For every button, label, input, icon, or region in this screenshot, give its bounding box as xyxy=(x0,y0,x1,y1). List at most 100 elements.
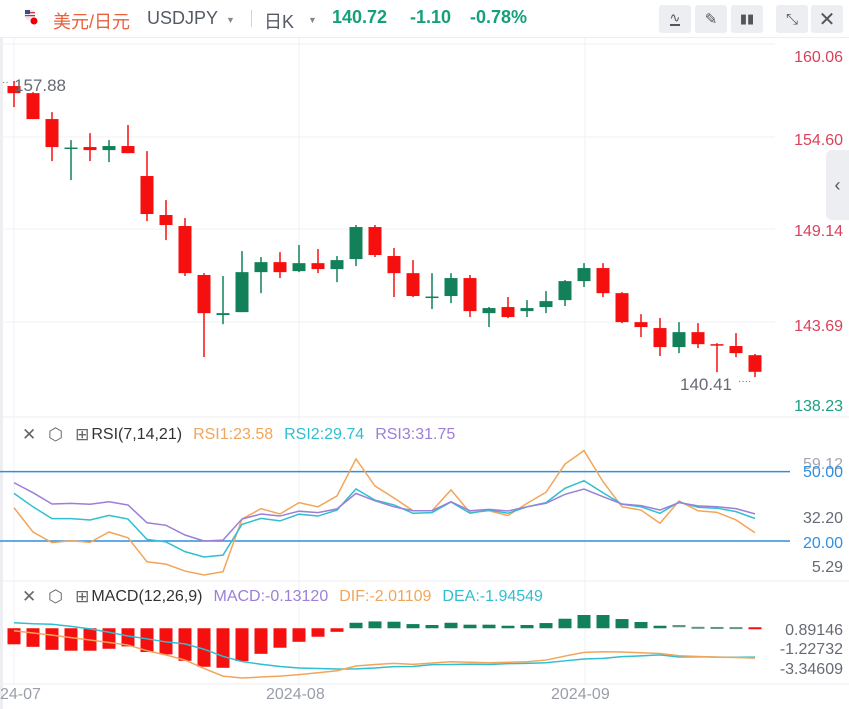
low-marker-dots: ···· xyxy=(738,376,751,387)
period-selector[interactable]: 日K xyxy=(264,8,294,34)
macd-histogram-bar xyxy=(292,628,306,642)
symbol-code[interactable]: USDJPY xyxy=(147,8,218,29)
candle-down xyxy=(653,328,667,348)
rsi2-value: RSI2:29.74 xyxy=(284,426,365,443)
candle-up xyxy=(235,272,249,313)
candle-down xyxy=(197,275,211,314)
dif-value: DIF:-2.01109 xyxy=(339,588,432,605)
rsi-legend: ✕ ⬡ ⊞ RSI(7,14,21) RSI1:23.58 RSI2:29.74… xyxy=(22,424,455,446)
macd-histogram-bar xyxy=(653,625,667,629)
symbol-dropdown-icon[interactable]: ▼ xyxy=(226,15,235,25)
rsi-axis-label: 20.00 xyxy=(803,535,843,552)
candle-up xyxy=(539,301,553,308)
symbol-name-cn[interactable]: 美元/日元 xyxy=(53,8,130,34)
indicator-icon: ∿ xyxy=(669,10,681,26)
divider xyxy=(251,10,252,27)
period-dropdown-icon[interactable]: ▼ xyxy=(308,15,317,25)
toolbar: 美元/日元 USDJPY ▼ 日K ▼ 140.72 -1.10 -0.78% … xyxy=(0,0,849,38)
candle-down xyxy=(634,322,648,328)
candle-up xyxy=(444,278,458,297)
macd-histogram-bar xyxy=(368,621,382,629)
side-panel-toggle[interactable]: ‹ xyxy=(826,150,849,220)
price-axis-label: 154.60 xyxy=(794,132,843,149)
macd-histogram-bar xyxy=(425,624,439,629)
remove-indicator-icon[interactable]: ✕ xyxy=(22,425,36,445)
collapse-button[interactable]: ⤡ xyxy=(776,5,808,33)
macd-histogram-bar xyxy=(330,628,344,632)
macd-value: MACD:-0.13120 xyxy=(213,588,329,605)
candle-up xyxy=(330,260,344,270)
candle-down xyxy=(273,262,287,273)
remove-indicator-icon[interactable]: ✕ xyxy=(22,587,36,607)
candlestick-icon: ▮▮ xyxy=(739,11,755,26)
candle-down xyxy=(387,256,401,274)
expand-icon[interactable]: ⊞ xyxy=(75,425,89,445)
low-price-label: 140.41 xyxy=(680,375,732,394)
candle-down xyxy=(691,332,705,345)
macd-histogram-bar xyxy=(672,625,686,628)
candle-down xyxy=(83,147,97,151)
high-marker-dots: ·· xyxy=(2,77,9,88)
high-price-label: 157.88 xyxy=(14,76,66,95)
candle-up xyxy=(520,308,534,312)
price-change-percent: -0.78% xyxy=(470,7,528,27)
candle-down xyxy=(26,93,40,120)
candle-down xyxy=(596,268,610,294)
rsi1-value: RSI1:23.58 xyxy=(193,426,274,443)
macd-histogram-bar xyxy=(26,628,40,647)
date-axis-label: 2024-09 xyxy=(551,686,610,703)
settings-icon[interactable]: ⬡ xyxy=(48,587,63,607)
candle-type-button[interactable]: ▮▮ xyxy=(731,5,763,33)
candle-up xyxy=(64,147,78,150)
candle-down xyxy=(406,273,420,297)
price-axis-label: 143.69 xyxy=(794,318,843,335)
settings-icon[interactable]: ⬡ xyxy=(48,425,63,445)
rsi-axis-label: 32.20 xyxy=(803,510,843,527)
macd-histogram-bar xyxy=(406,624,420,629)
us-flag-icon xyxy=(24,9,38,25)
candle-up xyxy=(558,281,572,301)
candle-down xyxy=(140,176,154,214)
candle-up xyxy=(672,332,686,348)
macd-histogram-bar xyxy=(273,628,287,648)
last-price: 140.72 xyxy=(332,7,388,27)
macd-title: MACD(12,26,9) xyxy=(91,588,203,605)
close-button[interactable]: ✕ xyxy=(811,5,843,33)
candle-down xyxy=(615,293,629,323)
macd-histogram-bar xyxy=(444,622,458,629)
macd-histogram-bar xyxy=(596,615,610,629)
price-axis-label: 138.23 xyxy=(794,398,843,415)
rsi-axis-label: 5.29 xyxy=(812,559,843,576)
collapse-icon: ⤡ xyxy=(785,10,798,28)
macd-axis-label: 0.89146 xyxy=(785,622,843,639)
macd-histogram-bar xyxy=(748,627,762,630)
macd-histogram-bar xyxy=(539,623,553,629)
candle-up xyxy=(577,268,591,282)
macd-histogram-bar xyxy=(216,628,230,668)
indicator-button[interactable]: ∿ xyxy=(659,5,691,33)
macd-histogram-bar xyxy=(482,624,496,629)
candle-up xyxy=(425,296,439,299)
macd-histogram-bar xyxy=(463,624,477,629)
date-axis-label: 24-07 xyxy=(0,686,41,703)
close-icon: ✕ xyxy=(818,8,836,31)
candle-up xyxy=(102,146,116,151)
macd-histogram-bar xyxy=(254,628,268,654)
candle-down xyxy=(463,278,477,312)
draw-button[interactable]: ✎ xyxy=(695,5,727,33)
macd-histogram-bar xyxy=(577,615,591,629)
candle-down xyxy=(311,263,325,270)
price-axis-label: 149.14 xyxy=(794,223,843,240)
expand-icon[interactable]: ⊞ xyxy=(75,587,89,607)
candle-up xyxy=(254,262,268,273)
candle-up xyxy=(292,263,306,272)
candle-down xyxy=(121,146,135,154)
macd-histogram-bar xyxy=(558,618,572,629)
price-axis-label: 160.06 xyxy=(794,49,843,66)
macd-histogram-bar xyxy=(387,621,401,629)
left-edge xyxy=(0,38,3,709)
rsi1-line xyxy=(13,449,756,576)
candle-down xyxy=(45,119,59,148)
candle-up xyxy=(349,227,363,260)
macd-histogram-bar xyxy=(45,628,59,650)
